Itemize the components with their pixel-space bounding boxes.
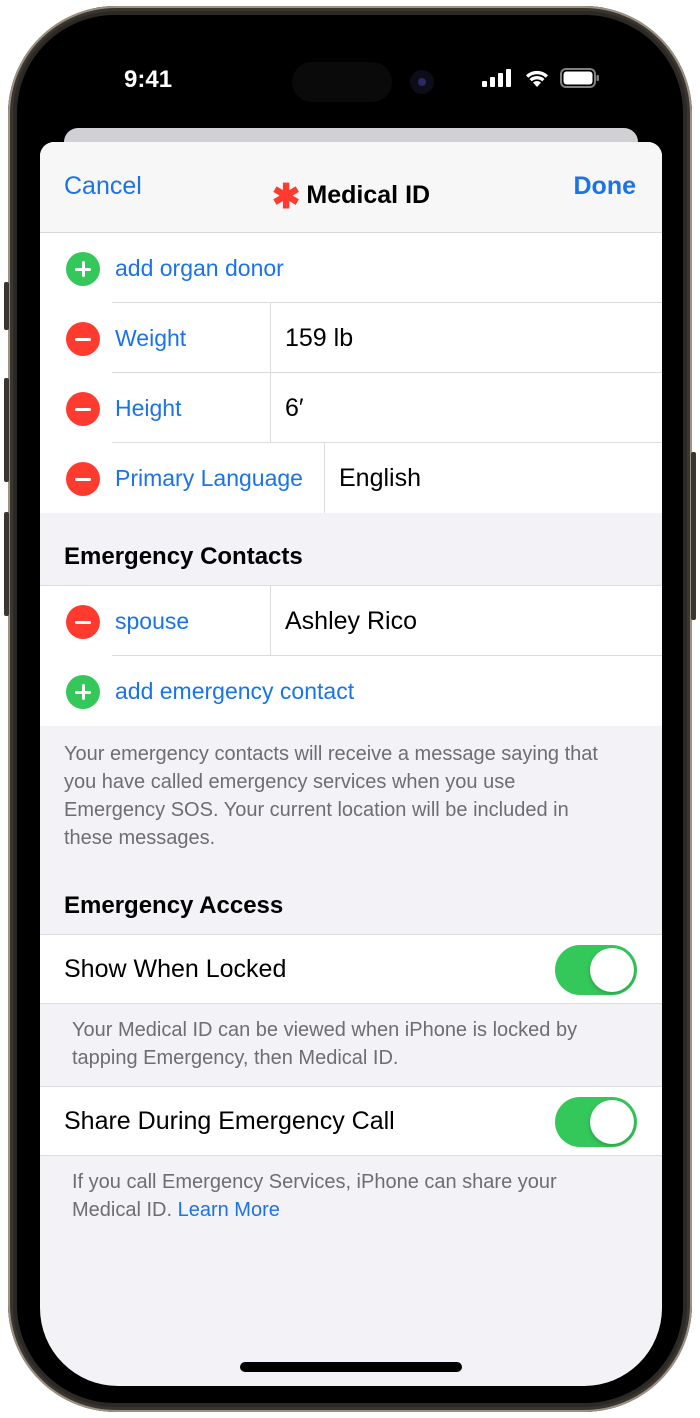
height-value[interactable]: 6′ <box>285 394 304 423</box>
add-organ-donor-label[interactable]: add organ donor <box>115 255 284 282</box>
status-icons <box>482 68 600 88</box>
medical-id-sheet: Cancel ✱ Medical ID Done add organ donor … <box>40 142 662 1386</box>
screen: 9:41 Cancel ✱ Medical ID Done add organ … <box>40 38 662 1386</box>
emergency-contacts-footer: Your emergency contacts will receive a m… <box>64 743 598 849</box>
status-time: 9:41 <box>124 66 173 93</box>
medical-fields-group: add organ donor Weight 159 lb Height 6′ … <box>40 233 662 513</box>
done-button[interactable]: Done <box>574 172 637 201</box>
remove-icon[interactable] <box>66 392 100 426</box>
show-when-locked-footer: Your Medical ID can be viewed when iPhon… <box>72 1019 578 1069</box>
weight-value[interactable]: 159 lb <box>285 324 353 353</box>
volume-up-button <box>4 378 9 482</box>
action-button <box>4 282 9 330</box>
emergency-contacts-header: Emergency Contacts <box>64 543 303 570</box>
share-during-call-toggle[interactable] <box>555 1097 637 1147</box>
contact-name[interactable]: Ashley Rico <box>285 607 417 636</box>
cellular-signal-icon <box>482 69 511 87</box>
navigation-bar: Cancel ✱ Medical ID Done <box>40 142 662 233</box>
contact-relationship[interactable]: spouse <box>115 608 189 635</box>
weight-row: Weight 159 lb <box>40 303 662 373</box>
primary-language-label: Primary Language <box>115 464 303 491</box>
medical-star-icon: ✱ <box>271 178 301 216</box>
wifi-icon <box>526 70 548 87</box>
emergency-contacts-group: spouse Ashley Rico add emergency contact <box>40 585 662 726</box>
weight-label: Weight <box>115 324 187 351</box>
camera-icon <box>410 70 434 94</box>
remove-icon[interactable] <box>66 605 100 639</box>
contact-row: spouse Ashley Rico <box>40 586 662 656</box>
remove-icon[interactable] <box>66 322 100 356</box>
volume-down-button <box>4 512 9 616</box>
learn-more-link[interactable]: Learn More <box>178 1199 280 1221</box>
dynamic-island <box>292 62 392 102</box>
add-emergency-contact-label[interactable]: add emergency contact <box>115 678 354 705</box>
primary-language-row: Primary Language English <box>40 443 662 513</box>
add-organ-donor-row[interactable]: add organ donor <box>40 233 662 303</box>
add-icon[interactable] <box>66 252 100 286</box>
home-indicator[interactable] <box>240 1362 462 1372</box>
share-during-call-footer: If you call Emergency Services, iPhone c… <box>40 1156 662 1224</box>
add-icon[interactable] <box>66 675 100 709</box>
primary-language-value[interactable]: English <box>339 464 421 493</box>
show-when-locked-row: Show When Locked <box>40 934 662 1004</box>
height-label: Height <box>115 394 182 421</box>
share-footer-text: If you call Emergency Services, iPhone c… <box>72 1171 557 1221</box>
remove-icon[interactable] <box>66 462 100 496</box>
add-emergency-contact-row[interactable]: add emergency contact <box>40 656 662 726</box>
height-row: Height 6′ <box>40 373 662 443</box>
show-when-locked-toggle[interactable] <box>555 945 637 995</box>
page-title-text: Medical ID <box>306 181 431 209</box>
show-when-locked-label: Show When Locked <box>64 955 287 983</box>
share-during-call-label: Share During Emergency Call <box>64 1107 395 1135</box>
battery-icon <box>560 68 599 88</box>
page-title: ✱ Medical ID <box>40 172 662 216</box>
share-during-call-row: Share During Emergency Call <box>40 1086 662 1156</box>
emergency-access-header: Emergency Access <box>64 892 284 919</box>
side-button <box>691 452 696 620</box>
